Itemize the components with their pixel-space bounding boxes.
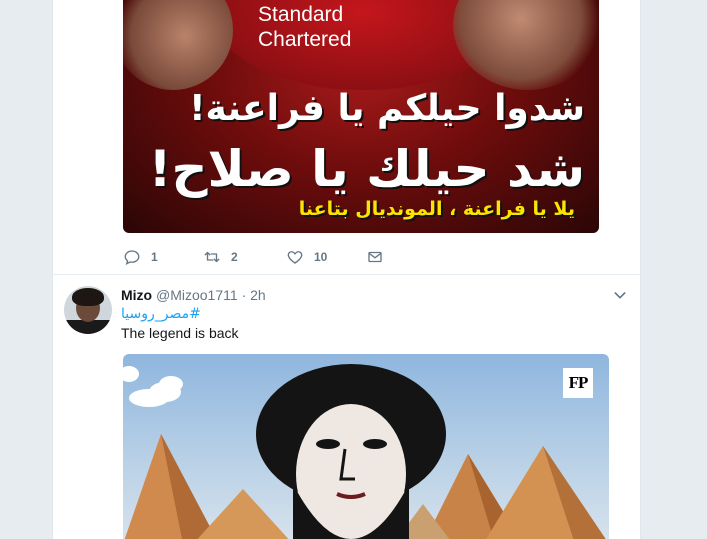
- retweet-count: 2: [231, 250, 238, 264]
- retweet-button[interactable]: 2: [203, 248, 286, 266]
- like-button[interactable]: 10: [286, 248, 366, 266]
- user-handle[interactable]: @Mizoo1711: [156, 287, 238, 303]
- heart-icon: [287, 251, 303, 264]
- hashtag-link[interactable]: #مصر_روسيا: [121, 306, 201, 322]
- tweet-media-image[interactable]: Standard Chartered شدوا حيلكم يا فراعنة!…: [123, 0, 599, 233]
- fp-logo: FP: [563, 368, 593, 398]
- illustration-graphic: [123, 364, 606, 539]
- tweet-media-image[interactable]: FP: [123, 354, 609, 539]
- reply-button[interactable]: 1: [123, 248, 203, 266]
- reply-count: 1: [151, 250, 158, 264]
- display-name[interactable]: Mizo: [121, 287, 152, 303]
- timeline: Standard Chartered شدوا حيلكم يا فراعنة!…: [52, 0, 641, 539]
- image-caption-line: يلا يا فراعنة ، المونديال بتاعنا: [298, 198, 575, 220]
- tweet-actions: 1 2 10: [123, 246, 384, 268]
- chevron-down-icon[interactable]: [612, 287, 628, 303]
- timestamp[interactable]: 2h: [250, 287, 266, 303]
- envelope-icon: [368, 251, 382, 263]
- image-caption-line: شد حيلك يا صلاح!: [148, 140, 585, 198]
- image-caption-line: شدوا حيلكم يا فراعنة!: [189, 88, 585, 129]
- direct-message-button[interactable]: [366, 248, 384, 266]
- tweet-divider: [53, 274, 640, 275]
- avatar[interactable]: [64, 286, 112, 334]
- separator: ·: [241, 287, 247, 303]
- like-count: 10: [314, 250, 328, 264]
- reply-icon: [124, 250, 140, 266]
- retweet-icon: [204, 251, 220, 263]
- tweet-header: Mizo @Mizoo1711 · 2h: [121, 287, 266, 303]
- sponsor-text: Standard Chartered: [258, 3, 352, 51]
- tweet-text: The legend is back: [121, 325, 239, 341]
